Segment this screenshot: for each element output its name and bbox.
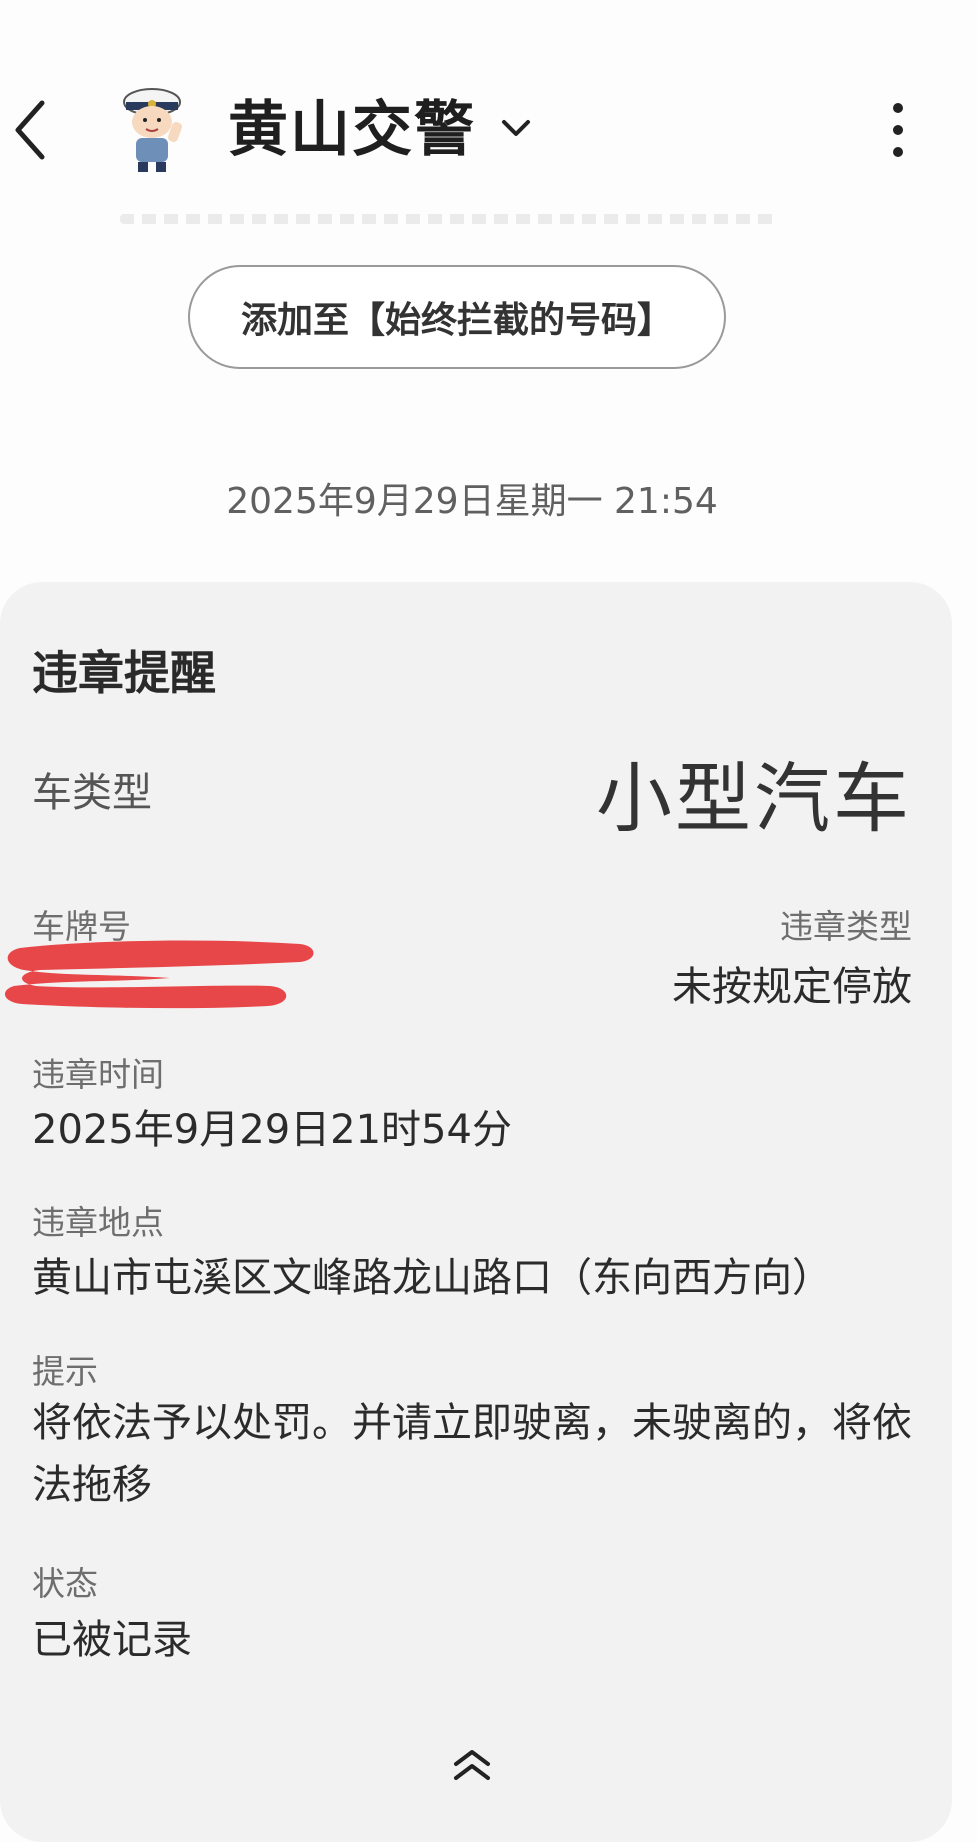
tip-label: 提示 [32,1352,98,1391]
tip-value: 将依法予以处罚。并请立即驶离，未驶离的，将依法拖移 [32,1400,912,1508]
app-header: 黄山交警 [0,0,977,230]
plate-number-redaction [0,930,320,1010]
scrolled-text-remnant [120,214,780,224]
violation-location-value: 黄山市屯溪区文峰路龙山路口（东向西方向） [32,1255,832,1301]
vehicle-type-value: 小型汽车 [596,754,912,843]
violation-time-value: 2025年9月29日21时54分 [32,1107,512,1153]
chevron-down-icon [502,120,530,136]
violation-notice-card: 违章提醒 车类型 小型汽车 车牌号 违章类型 未按规定停放 违章时间 2025年… [0,582,952,1842]
violation-location-label: 违章地点 [32,1203,164,1242]
more-vertical-icon [893,103,903,157]
collapse-card-button[interactable] [448,1742,496,1790]
status-value: 已被记录 [32,1617,192,1663]
violation-type-label: 违章类型 [780,907,912,946]
status-label: 状态 [32,1564,98,1603]
vehicle-type-label: 车类型 [32,770,152,816]
chevron-left-icon [15,100,45,160]
double-chevron-up-icon [454,1750,490,1780]
traffic-police-avatar-icon[interactable] [112,82,192,174]
violation-type-value: 未按规定停放 [672,964,912,1010]
add-to-block-list-button[interactable]: 添加至【始终拦截的号码】 [188,265,726,369]
message-timestamp: 2025年9月29日星期一 21:54 [226,481,718,522]
contact-dropdown-button[interactable] [498,110,534,146]
more-options-button[interactable] [878,100,918,160]
violation-time-label: 违章时间 [32,1055,164,1094]
back-button[interactable] [8,95,58,165]
contact-title: 黄山交警 [228,95,476,165]
card-title: 违章提醒 [32,646,216,700]
